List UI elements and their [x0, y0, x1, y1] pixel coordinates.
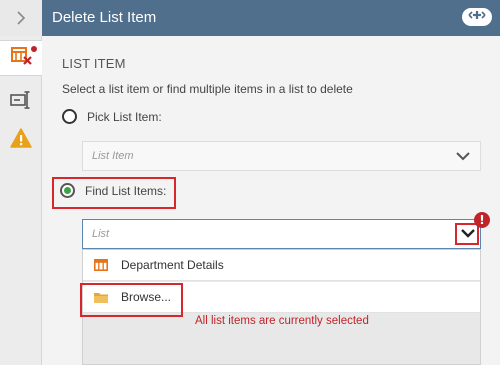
find-list-items-radio[interactable]: [60, 183, 75, 198]
chevron-right-icon: [15, 6, 27, 30]
list-item-delete-icon: [10, 46, 33, 71]
find-list-items-option[interactable]: Find List Items:: [60, 183, 166, 198]
list-dropdown[interactable]: List: [82, 219, 481, 249]
list-item-department-details[interactable]: Department Details: [83, 250, 480, 281]
find-list-items-label: Find List Items:: [85, 183, 167, 198]
tab-list-item[interactable]: [0, 40, 43, 76]
pick-list-item-radio[interactable]: [62, 109, 77, 124]
error-message: All list items are currently selected: [195, 315, 369, 327]
expand-panel-button[interactable]: [0, 0, 42, 36]
list-item-dropdown[interactable]: List Item: [82, 141, 481, 171]
add-toggle-button[interactable]: [462, 8, 492, 26]
panel-header: Delete List Item: [42, 0, 500, 36]
warning-icon: [10, 127, 32, 153]
add-toggle-icon: [467, 8, 487, 26]
error-badge-icon: !: [474, 212, 490, 228]
text-cursor-icon: [10, 90, 32, 114]
panel-title: Delete List Item: [52, 9, 157, 26]
tab-errors[interactable]: [0, 122, 42, 158]
pick-list-item-label: Pick List Item:: [87, 109, 162, 124]
list-placeholder: List: [92, 228, 110, 240]
browse-highlight: [80, 283, 183, 317]
chevron-down-icon[interactable]: [455, 148, 471, 164]
pick-list-item-option[interactable]: Pick List Item:: [62, 109, 162, 124]
chevron-highlight: [455, 223, 479, 245]
left-rail: [0, 0, 43, 365]
alert-dot: [31, 46, 37, 52]
list-item-label: Department Details: [121, 258, 224, 272]
list-grid-icon: [93, 258, 109, 272]
section-description: Select a list item or find multiple item…: [62, 82, 353, 96]
tab-input[interactable]: [0, 84, 42, 120]
section-title: LIST ITEM: [62, 56, 126, 71]
list-item-placeholder: List Item: [92, 150, 134, 162]
